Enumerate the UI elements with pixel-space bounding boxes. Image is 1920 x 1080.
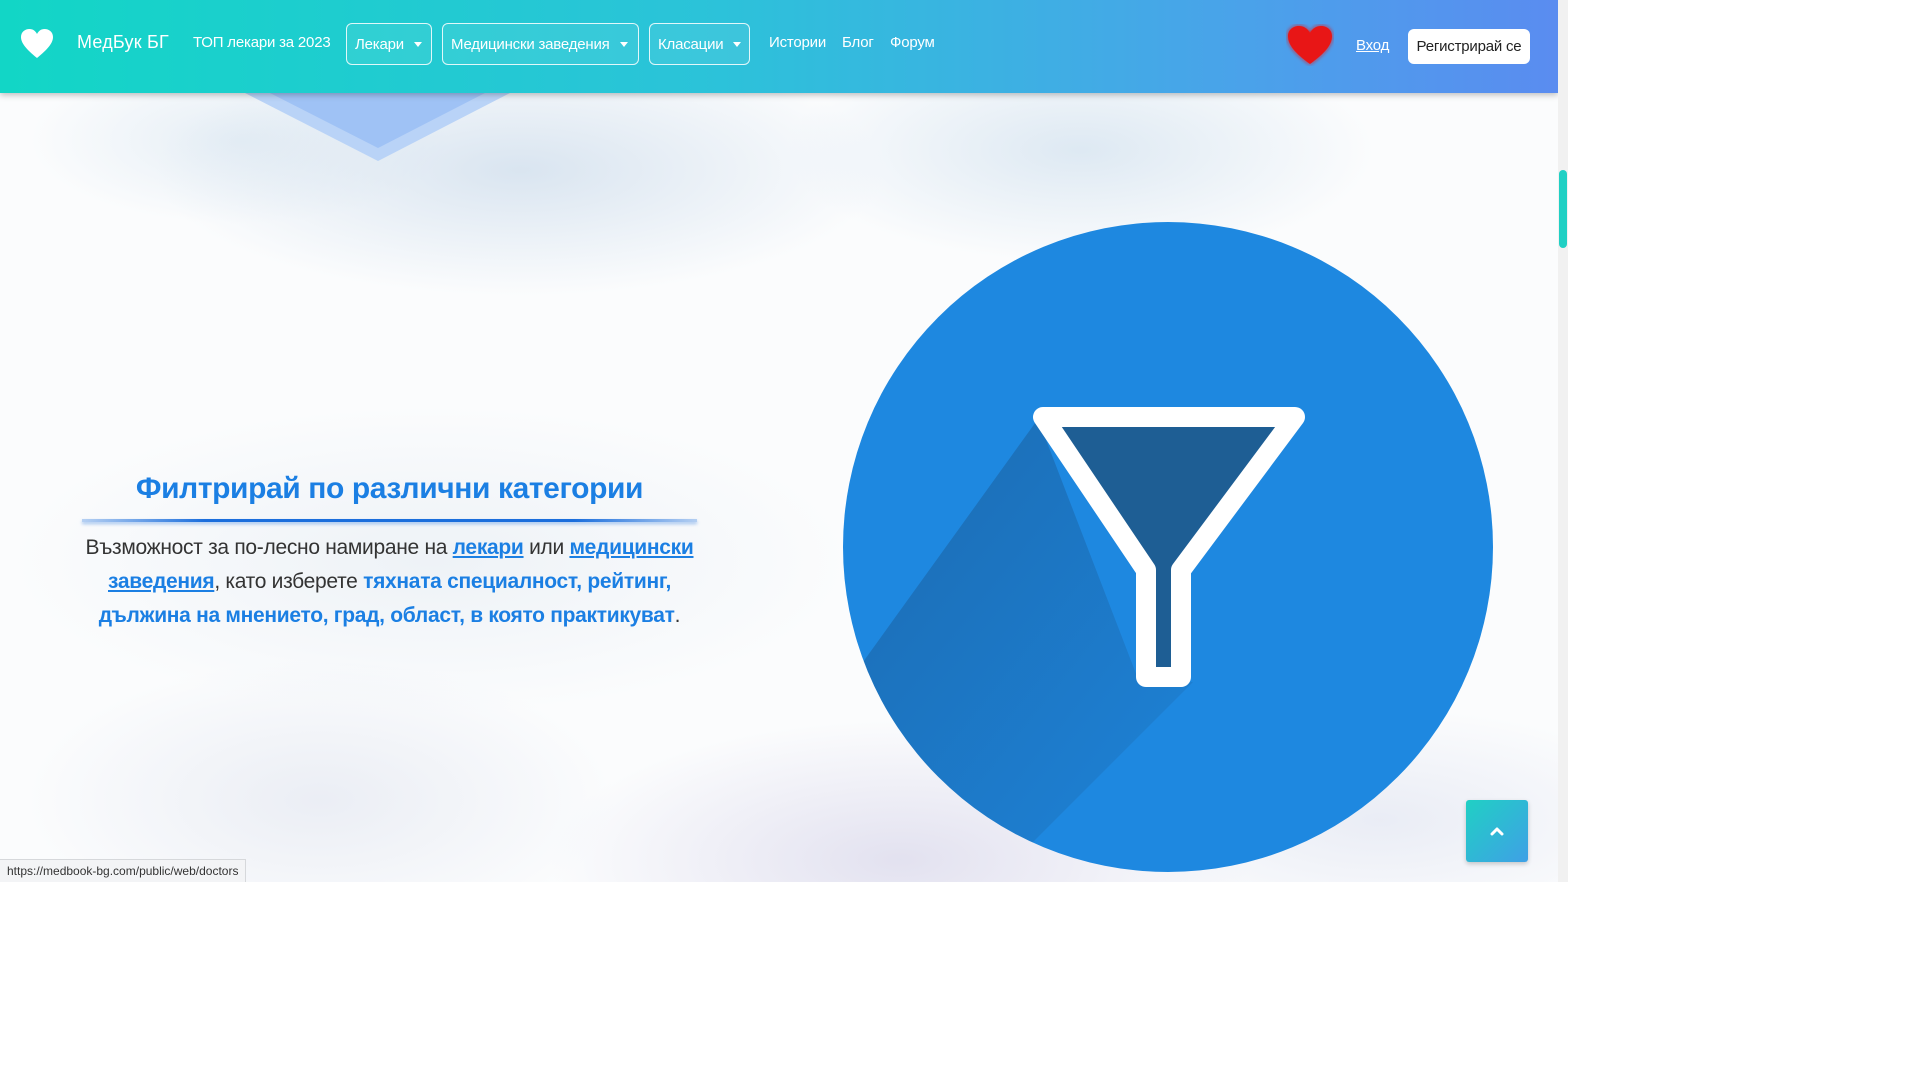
feature-title: Филтрирай по различни категории bbox=[135, 472, 644, 505]
desc-text: . bbox=[674, 604, 681, 627]
filter-funnel-icon bbox=[843, 222, 1493, 872]
heart-icon[interactable] bbox=[20, 28, 54, 60]
caret-down-icon bbox=[413, 41, 422, 47]
scrollbar-track[interactable] bbox=[1558, 0, 1568, 882]
nav-top-doctors[interactable]: ТОП лекари за 2023 bbox=[193, 34, 331, 51]
title-underline bbox=[82, 519, 697, 522]
nav-link-stories[interactable]: Истории bbox=[769, 34, 826, 51]
scrollbar-thumb[interactable] bbox=[1559, 170, 1567, 248]
nav-link-blog[interactable]: Блог bbox=[842, 34, 874, 51]
favorites-heart-icon[interactable] bbox=[1286, 24, 1334, 66]
caret-down-icon bbox=[619, 41, 628, 47]
desc-text: , като изберете bbox=[214, 570, 364, 593]
register-button[interactable]: Регистрирай се bbox=[1408, 29, 1530, 64]
nav-dropdown-rankings[interactable]: Класации bbox=[649, 23, 750, 65]
desc-text: Възможност за по-лесно намиране на bbox=[85, 536, 453, 559]
brand-name[interactable]: МедБук БГ bbox=[77, 32, 169, 53]
caret-down-icon bbox=[733, 41, 742, 47]
feature-description: Възможност за по-лесно намиране на лекар… bbox=[82, 531, 697, 633]
navbar: МедБук БГ ТОП лекари за 2023 Лекари Меди… bbox=[0, 0, 1558, 93]
login-link[interactable]: Вход bbox=[1356, 37, 1389, 54]
desc-text: или bbox=[523, 536, 570, 559]
status-bar-url: https://medbook-bg.com/public/web/doctor… bbox=[0, 859, 247, 882]
nav-dropdown-label: Медицински заведения bbox=[451, 35, 610, 53]
nav-dropdown-label: Лекари bbox=[355, 35, 404, 53]
nav-dropdown-doctors[interactable]: Лекари bbox=[346, 23, 432, 65]
back-to-top-button[interactable] bbox=[1466, 800, 1528, 862]
nav-dropdown-label: Класации bbox=[658, 35, 724, 53]
nav-dropdown-facilities[interactable]: Медицински заведения bbox=[442, 23, 639, 65]
decorative-triangle bbox=[245, 93, 510, 161]
chevron-up-icon bbox=[1490, 827, 1504, 836]
nav-link-forum[interactable]: Форум bbox=[890, 34, 935, 51]
doctors-link[interactable]: лекари bbox=[453, 536, 524, 559]
